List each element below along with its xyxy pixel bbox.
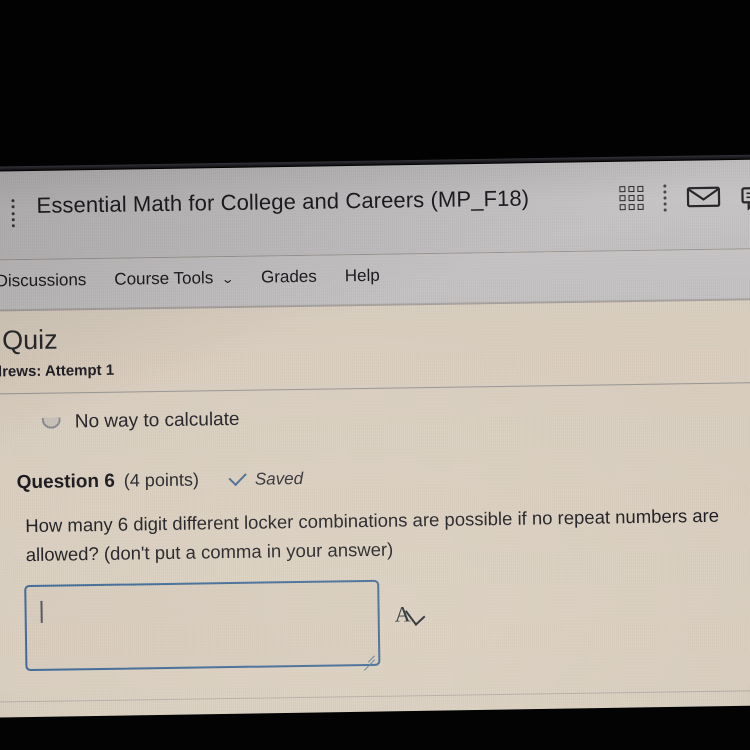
checkmark-icon <box>228 467 248 487</box>
chevron-down-icon: ⌄ <box>221 271 235 287</box>
saved-label: Saved <box>254 468 304 489</box>
resize-handle[interactable] <box>362 648 376 671</box>
question-text: How many 6 digit different locker combin… <box>25 504 720 565</box>
radio-button-icon[interactable] <box>41 417 61 429</box>
nav-item-label: Grades <box>260 266 317 287</box>
previous-question-option[interactable]: No way to calculate <box>41 408 240 434</box>
nav-item-label: Discussions <box>0 270 87 291</box>
question-number: Question 6 <box>16 470 116 494</box>
kebab-menu-icon[interactable] <box>10 199 15 228</box>
nav-item-course-tools[interactable]: Course Tools ⌄ <box>114 268 235 290</box>
answer-input[interactable] <box>24 579 381 672</box>
grammar-check-icon[interactable]: A <box>394 601 426 627</box>
nav-item-label: Course Tools <box>114 268 214 289</box>
dot-separator-icon <box>663 184 667 212</box>
quiz-title: bility Quiz <box>0 324 58 357</box>
nav-item-discussions[interactable]: Discussions <box>0 270 86 291</box>
text-cursor <box>40 600 43 623</box>
monitor-bezel-top <box>0 0 750 172</box>
status-badge: Saved <box>228 467 304 490</box>
option-label: No way to calculate <box>74 408 240 433</box>
nav-item-help[interactable]: Help <box>345 266 380 287</box>
nav-item-grades[interactable]: Grades <box>261 267 317 288</box>
question-points: (4 points) <box>123 469 200 491</box>
chat-bubbles-icon[interactable] <box>740 182 750 211</box>
photo-of-screen: Essential Math for College and Careers (… <box>0 0 750 750</box>
nav-item-label: Help <box>344 265 380 286</box>
quiz-header-divider <box>0 381 750 395</box>
apps-grid-icon[interactable] <box>619 185 644 211</box>
mail-envelope-icon[interactable] <box>686 185 721 210</box>
question-divider <box>0 689 750 703</box>
quiz-attempt-label: erra Andrews: Attempt 1 <box>0 361 115 382</box>
screen-content: Essential Math for College and Careers (… <box>0 155 750 750</box>
header-icon-group <box>619 182 750 212</box>
question-header: Question 6 (4 points) Saved <box>16 467 304 494</box>
